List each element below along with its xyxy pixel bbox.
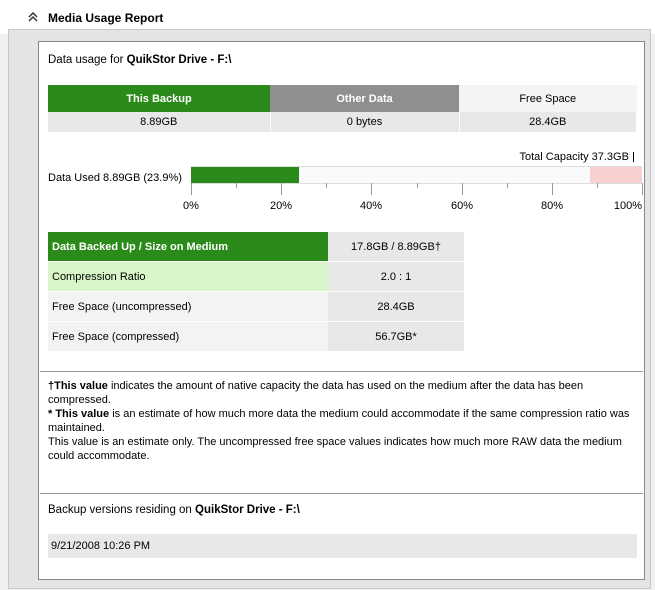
detail-label: Compression Ratio [48, 261, 328, 292]
divider [40, 371, 643, 372]
detail-value: 2.0 : 1 [328, 261, 464, 292]
versions-heading-prefix: Backup versions residing on [48, 504, 196, 516]
footnote-native-capacity: †This value indicates the amount of nati… [48, 379, 638, 407]
table-row: Compression Ratio 2.0 : 1 [48, 261, 464, 292]
double-chevron-up-icon[interactable] [26, 10, 40, 24]
detail-value: 56.7GB* [328, 321, 464, 352]
table-row: Free Space (uncompressed) 28.4GB [48, 291, 464, 322]
axis-minor-tick [236, 183, 237, 188]
footnote-2-bold: * This value [48, 408, 110, 420]
axis-tick-label: 80% [540, 200, 564, 212]
detail-value: 17.8GB / 8.89GB† [328, 232, 464, 262]
axis-tick-label: 0% [183, 200, 199, 212]
value-free-space: 28.4GB [459, 112, 637, 132]
usage-heading-prefix: Data usage for [48, 54, 127, 66]
detail-value: 28.4GB [328, 291, 464, 322]
axis-major-tick [552, 183, 553, 195]
footnote-1-text: indicates the amount of native capacity … [48, 380, 584, 406]
report-title: Media Usage Report [48, 11, 164, 25]
axis-minor-tick [597, 183, 598, 188]
divider [40, 493, 643, 494]
capacity-axis: 0% 20% 40% 60% 80% 100% [183, 183, 643, 212]
total-capacity-text: Total Capacity 37.3GB [519, 151, 629, 163]
usage-heading: Data usage for QuikStor Drive - F:\ [48, 54, 231, 66]
footnote-compression-estimate: * This value is an estimate of how much … [48, 407, 638, 435]
data-used-label: Data Used 8.89GB (23.9%) [48, 172, 182, 184]
table-row: Free Space (compressed) 56.7GB* [48, 321, 464, 352]
axis-major-tick [462, 183, 463, 195]
capacity-bar-used [191, 167, 299, 183]
usage-table: This Backup Other Data Free Space 8.89GB… [48, 85, 637, 132]
list-item[interactable]: 9/21/2008 10:26 PM [48, 534, 637, 558]
axis-tick-label: 60% [450, 200, 474, 212]
footnote-estimate-only: This value is an estimate only. The unco… [48, 436, 622, 462]
col-this-backup: This Backup [48, 85, 270, 112]
axis-major-tick [281, 183, 282, 195]
footnotes: †This value indicates the amount of nati… [48, 379, 638, 463]
footnote-1-bold: †This value [48, 380, 108, 392]
total-capacity-label: Total Capacity 37.3GB [519, 151, 634, 163]
axis-minor-tick [507, 183, 508, 188]
axis-tick-label: 100% [613, 200, 642, 212]
axis-tick-label: 20% [269, 200, 293, 212]
detail-label: Free Space (compressed) [48, 321, 328, 352]
capacity-marker-icon [633, 152, 634, 162]
axis-major-tick [371, 183, 372, 195]
versions-drive-name: QuikStor Drive - F:\ [195, 504, 300, 516]
col-other-data: Other Data [270, 85, 459, 112]
capacity-bar [191, 166, 642, 184]
report-panel: Data usage for QuikStor Drive - F:\ This… [38, 41, 645, 580]
details-table: Data Backed Up / Size on Medium 17.8GB /… [48, 232, 464, 352]
usage-drive-name: QuikStor Drive - F:\ [126, 54, 232, 66]
versions-heading: Backup versions residing on QuikStor Dri… [48, 504, 300, 516]
table-row: Data Backed Up / Size on Medium 17.8GB /… [48, 232, 464, 262]
value-other-data: 0 bytes [270, 112, 460, 132]
detail-label: Free Space (uncompressed) [48, 291, 328, 322]
detail-label: Data Backed Up / Size on Medium [48, 232, 328, 262]
axis-major-tick [642, 183, 643, 195]
axis-major-tick [191, 183, 192, 195]
axis-minor-tick [326, 183, 327, 188]
col-free-space: Free Space [459, 85, 637, 112]
capacity-bar-free [590, 167, 642, 183]
axis-tick-label: 40% [359, 200, 383, 212]
footnote-2-text: is an estimate of how much more data the… [48, 408, 630, 434]
axis-minor-tick [417, 183, 418, 188]
value-this-backup: 8.89GB [48, 112, 271, 132]
